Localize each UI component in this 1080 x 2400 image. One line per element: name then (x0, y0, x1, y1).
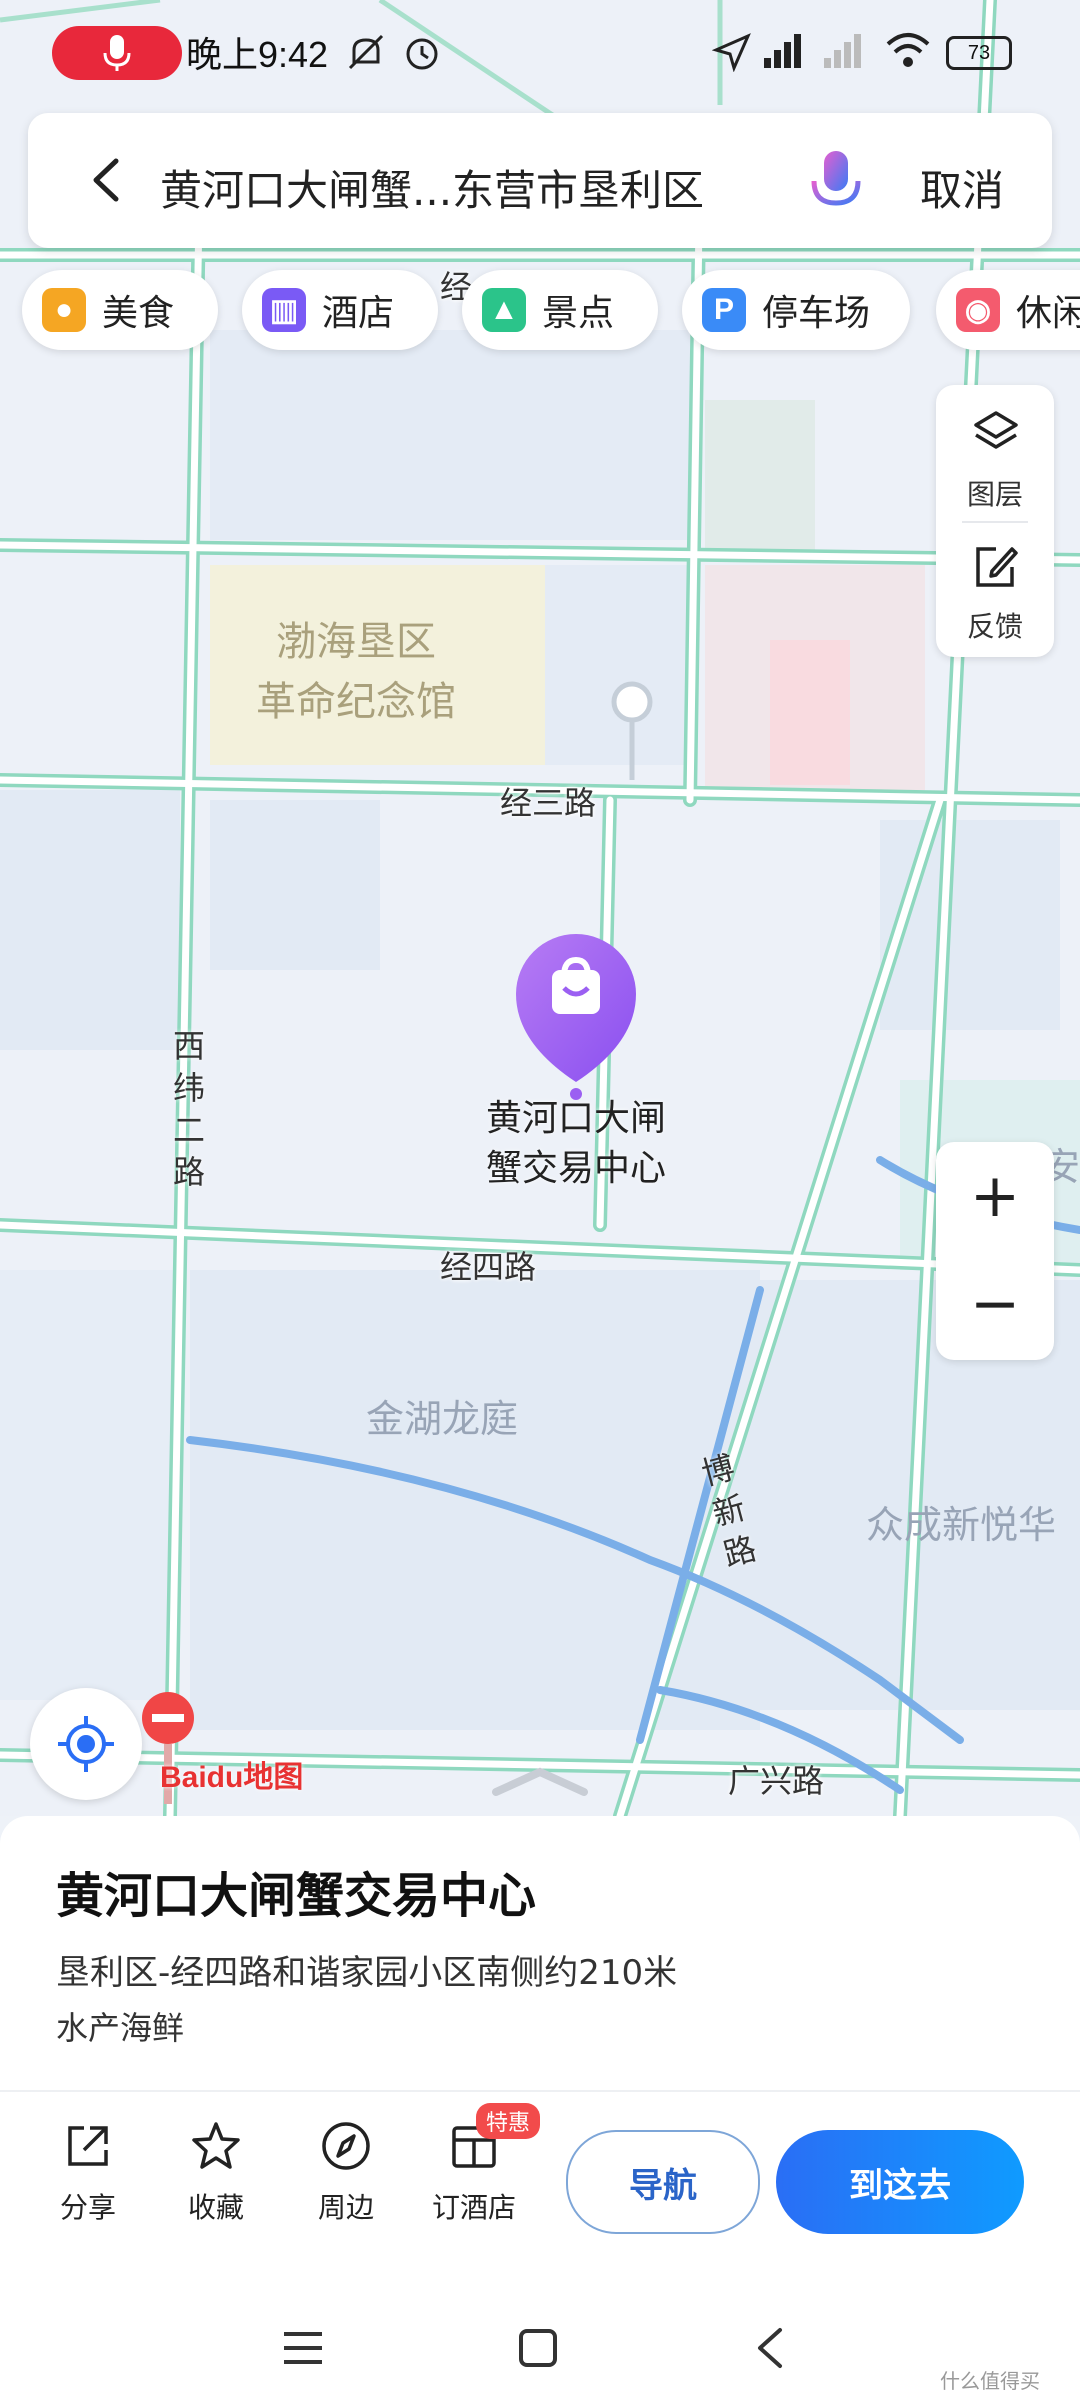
place-title: 黄河口大闸蟹交易中心 (56, 1868, 537, 1924)
road-label-xi-wei-er: 西纬二路 (172, 1027, 205, 1191)
microphone-icon (103, 35, 131, 71)
mute-icon (348, 34, 384, 70)
compass-icon (322, 2122, 370, 2170)
parking-icon: P (702, 288, 746, 332)
category-label: 美食 (102, 293, 175, 334)
category-chip-hotel[interactable]: ▥ 酒店 (242, 270, 438, 350)
food-icon: ● (42, 288, 86, 332)
feedback-icon (976, 547, 1018, 587)
book-hotel-label: 订酒店 (431, 2191, 516, 2224)
nearby-button[interactable]: 周边 (286, 2120, 406, 2226)
poi-pin[interactable] (512, 930, 640, 1100)
area-label-memorial-line1: 渤海垦区 (276, 619, 436, 665)
promo-badge: 特惠 (476, 2103, 541, 2139)
leisure-icon: ◉ (956, 288, 1000, 332)
zoom-out-button[interactable]: − (936, 1250, 1054, 1358)
favorite-button[interactable]: 收藏 (156, 2120, 276, 2226)
back-arrow-icon[interactable] (86, 155, 126, 205)
area-label-memorial-line2: 革命纪念馆 (256, 679, 456, 725)
share-icon (68, 2126, 108, 2166)
tools-divider (962, 521, 1028, 523)
menu-icon[interactable] (280, 2328, 326, 2368)
area-label-zhongcheng: 众成新悦华 (866, 1503, 1057, 1547)
go-here-button[interactable]: 到这去 (776, 2130, 1024, 2234)
favorite-label: 收藏 (187, 2191, 244, 2224)
category-label: 酒店 (322, 293, 395, 334)
zoom-in-button[interactable]: + (936, 1142, 1054, 1250)
category-chip-food[interactable]: ● 美食 (22, 270, 218, 350)
category-label: 停车场 (762, 293, 871, 334)
feedback-button[interactable]: 反馈 (936, 527, 1054, 657)
category-chip-parking[interactable]: P 停车场 (682, 270, 910, 350)
road-label-jing-san: 经三路 (500, 784, 597, 822)
search-bar[interactable]: 黄河口大闸蟹...东营市垦利区 取消 (28, 113, 1052, 248)
search-query-text[interactable]: 黄河口大闸蟹...东营市垦利区 (160, 157, 704, 218)
category-chip-leisure[interactable]: ◉ 休闲 (936, 270, 1080, 350)
map-tools-panel: 图层 反馈 (936, 385, 1054, 657)
locate-me-button[interactable] (30, 1688, 142, 1800)
hotel-icon: ▥ (262, 288, 306, 332)
road-label-guang-xing: 广兴路 (728, 1762, 825, 1800)
poi-label-line1: 黄河口大闸 (485, 1098, 666, 1139)
voice-search-icon[interactable] (806, 147, 866, 217)
baidu-map-logo: Baidu地图 (160, 1761, 304, 1794)
road-label-jing-si: 经四路 (440, 1248, 537, 1286)
zoom-controls: + − (936, 1142, 1054, 1360)
navigate-button[interactable]: 导航 (566, 2130, 760, 2234)
category-label: 景点 (542, 293, 615, 334)
layers-label: 图层 (966, 478, 1023, 511)
place-category: 水产海鲜 (56, 2009, 185, 2047)
status-bar: 晚上9:42 73 (0, 0, 1080, 105)
feedback-label: 反馈 (966, 610, 1023, 643)
area-label-memorial: 渤海垦区 革命纪念馆 (256, 612, 456, 732)
layers-icon (974, 411, 1018, 449)
status-time: 晚上9:42 (186, 34, 329, 75)
alarm-icon (406, 38, 438, 70)
sheet-divider (0, 2090, 1080, 2092)
voice-recording-indicator[interactable] (52, 26, 182, 80)
back-icon[interactable] (752, 2326, 788, 2370)
signal-icon (764, 34, 801, 68)
watermark-text: 什么值得买 (940, 2369, 1040, 2393)
nearby-label: 周边 (317, 2191, 374, 2224)
place-address: 垦利区-经四路和谐家园小区南侧约210米 (56, 1953, 678, 1993)
wifi-icon (886, 33, 930, 67)
battery-indicator: 73 (946, 36, 1012, 70)
cancel-button[interactable]: 取消 (920, 157, 1004, 218)
poi-label[interactable]: 黄河口大闸 蟹交易中心 (466, 1094, 686, 1194)
poi-label-line2: 蟹交易中心 (485, 1148, 666, 1189)
location-arrow-icon (712, 33, 751, 72)
locate-icon (58, 1716, 114, 1772)
area-label-jinhu: 金湖龙庭 (366, 1397, 519, 1441)
category-label: 休闲 (1016, 293, 1080, 334)
scenic-icon: ▲ (482, 288, 526, 332)
share-label: 分享 (59, 2191, 116, 2224)
system-nav-bar (0, 2290, 1080, 2400)
star-icon (192, 2122, 240, 2169)
signal-weak-icon (824, 34, 861, 68)
home-icon[interactable] (516, 2326, 560, 2370)
layers-button[interactable]: 图层 (936, 395, 1054, 525)
category-chip-scenic[interactable]: ▲ 景点 (462, 270, 658, 350)
share-button[interactable]: 分享 (28, 2120, 148, 2226)
